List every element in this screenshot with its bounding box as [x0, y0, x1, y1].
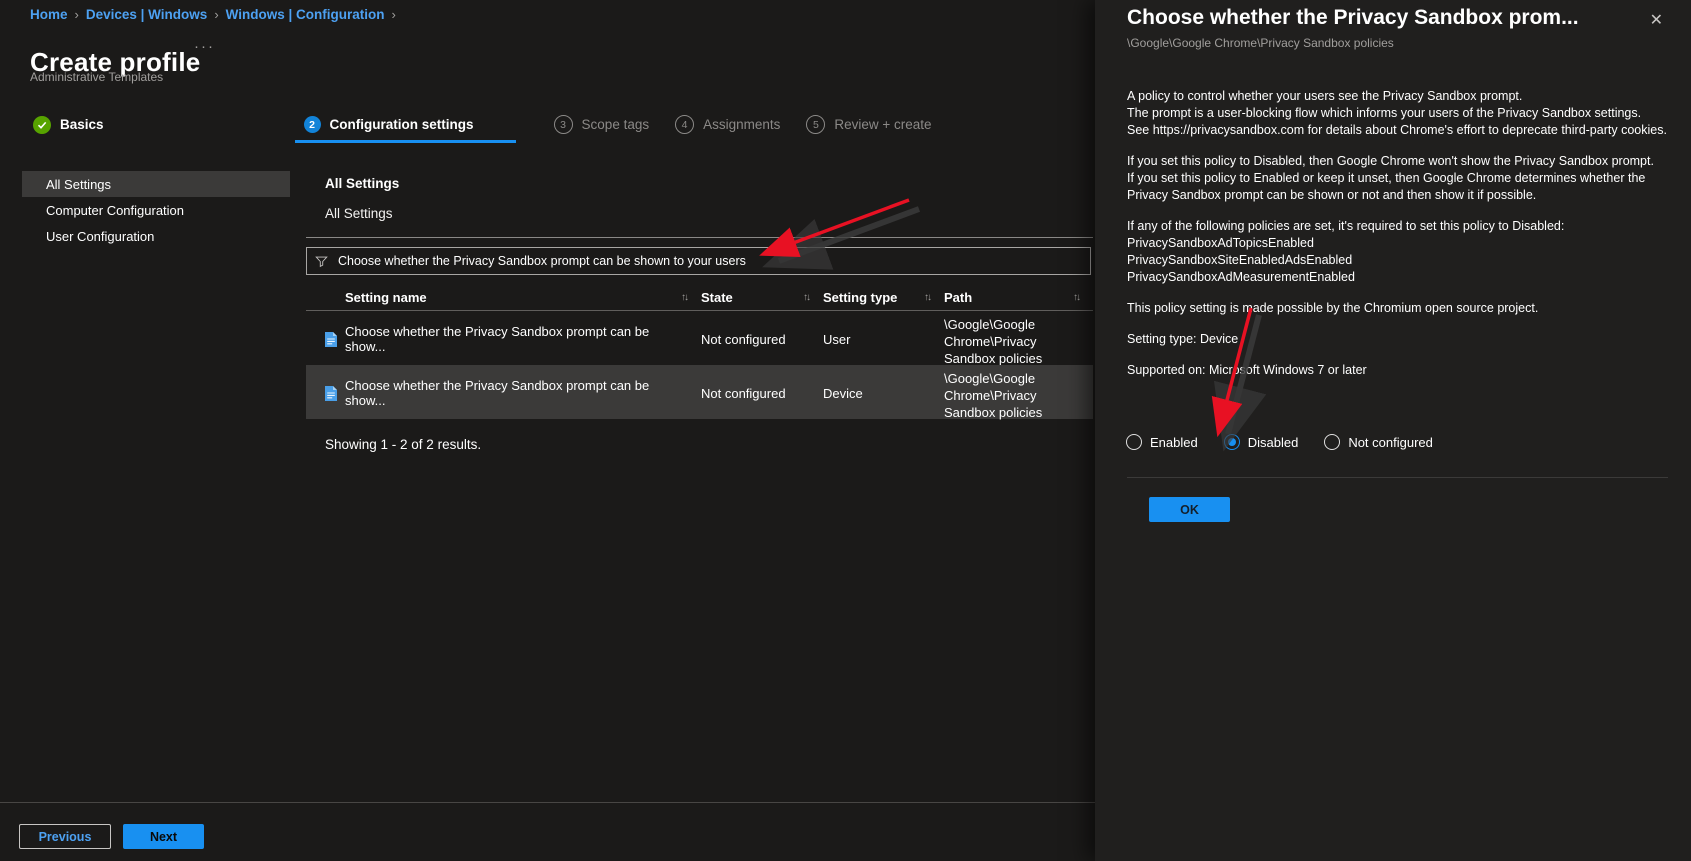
setting-type-text: Setting type: Device	[1127, 332, 1239, 346]
settings-filter-box	[306, 247, 1091, 275]
create-profile-page: Home › Devices | Windows › Windows | Con…	[0, 0, 1691, 861]
policy-description: A policy to control whether your users s…	[1127, 88, 1668, 393]
page-subtitle: Administrative Templates	[30, 70, 164, 84]
breadcrumb-chevron-icon: ›	[214, 7, 219, 22]
column-label: Path	[944, 290, 973, 305]
column-header-setting-type[interactable]: Setting type ↑↓	[823, 290, 944, 305]
breadcrumb-chevron-icon: ›	[74, 7, 79, 22]
policy-description-paragraph: This policy setting is made possible by …	[1127, 301, 1539, 315]
close-icon[interactable]: ✕	[1650, 10, 1663, 30]
table-row-user-setting[interactable]: Choose whether the Privacy Sandbox promp…	[306, 311, 1093, 366]
sort-arrows-icon: ↑↓	[803, 292, 811, 303]
sidebar-item-all-settings[interactable]: All Settings	[22, 171, 290, 197]
settings-breadcrumb-all-settings[interactable]: All Settings	[325, 206, 393, 221]
wizard-steps: Basics 2 Configuration settings 3 Scope …	[33, 115, 932, 134]
ok-button[interactable]: OK	[1149, 497, 1230, 522]
tab-label: Basics	[60, 117, 104, 132]
column-label: Setting type	[823, 290, 898, 305]
policy-description-paragraph: If any of the following policies are set…	[1127, 219, 1565, 284]
breadcrumb-link-home[interactable]: Home	[30, 7, 68, 22]
column-label: State	[701, 290, 733, 305]
policy-document-icon	[325, 385, 337, 401]
radio-circle-icon	[1126, 434, 1142, 450]
cell-setting-name: Choose whether the Privacy Sandbox promp…	[345, 324, 650, 354]
policy-document-icon	[325, 331, 337, 347]
step-number-badge: 2	[303, 116, 321, 133]
policy-state-radio-group: Enabled Disabled Not configured	[1126, 434, 1433, 450]
supported-on-text: Supported on: Microsoft Windows 7 or lat…	[1127, 363, 1367, 377]
cell-setting-name: Choose whether the Privacy Sandbox promp…	[345, 378, 650, 408]
tab-label: Scope tags	[581, 117, 650, 132]
tab-review-create[interactable]: 5 Review + create	[806, 115, 932, 134]
tab-label: Configuration settings	[329, 117, 474, 132]
radio-circle-icon	[1223, 434, 1240, 450]
column-header-state[interactable]: State ↑↓	[701, 290, 823, 305]
tab-basics[interactable]: Basics	[33, 115, 104, 134]
step-number-badge: 5	[806, 115, 826, 134]
radio-disabled[interactable]: Disabled	[1223, 434, 1299, 450]
step-number-badge: 4	[675, 115, 695, 134]
more-actions-ellipsis-icon[interactable]: ···	[194, 38, 215, 55]
previous-button[interactable]: Previous	[19, 824, 111, 849]
column-header-setting-name[interactable]: Setting name ↑↓	[345, 290, 701, 305]
cell-state: Not configured	[701, 385, 786, 401]
column-label: Setting name	[345, 290, 427, 305]
step-complete-check-icon	[33, 115, 51, 134]
radio-label: Enabled	[1150, 434, 1198, 450]
breadcrumb-link-devices-windows[interactable]: Devices | Windows	[86, 7, 207, 22]
cell-path: \Google\Google Chrome\Privacy Sandbox po…	[944, 317, 1043, 366]
pane-policy-path: \Google\Google Chrome\Privacy Sandbox po…	[1127, 36, 1394, 50]
settings-filter-input[interactable]	[336, 253, 1082, 269]
filter-funnel-icon	[315, 256, 328, 267]
tab-configuration-settings[interactable]: 2 Configuration settings	[303, 116, 474, 133]
table-row-device-setting[interactable]: Choose whether the Privacy Sandbox promp…	[306, 365, 1093, 420]
policy-description-paragraph: A policy to control whether your users s…	[1127, 89, 1667, 137]
radio-circle-icon	[1324, 434, 1341, 450]
radio-label: Not configured	[1348, 434, 1433, 450]
sidebar-item-computer-configuration[interactable]: Computer Configuration	[22, 197, 290, 223]
breadcrumb: Home › Devices | Windows › Windows | Con…	[30, 7, 396, 22]
tab-assignments[interactable]: 4 Assignments	[675, 115, 780, 134]
tab-label: Assignments	[703, 117, 781, 132]
next-button[interactable]: Next	[123, 824, 204, 849]
radio-enabled[interactable]: Enabled	[1126, 434, 1198, 450]
sidebar-item-user-configuration[interactable]: User Configuration	[22, 223, 290, 249]
pane-title: Choose whether the Privacy Sandbox prom.…	[1127, 6, 1579, 29]
sort-arrows-icon: ↑↓	[1073, 292, 1081, 303]
policy-description-paragraph: If you set this policy to Disabled, then…	[1127, 154, 1654, 202]
setting-detail-pane: Choose whether the Privacy Sandbox prom.…	[1095, 0, 1691, 861]
pane-divider	[1127, 477, 1668, 478]
step-number-badge: 3	[553, 115, 573, 134]
settings-table-header: Setting name ↑↓ State ↑↓ Setting type ↑↓…	[306, 285, 1093, 311]
section-title: All Settings	[325, 176, 400, 191]
cell-setting-type: User	[823, 331, 851, 347]
radio-label: Disabled	[1247, 434, 1299, 450]
sort-arrows-icon: ↑↓	[681, 292, 689, 303]
settings-sidenav: All Settings Computer Configuration User…	[22, 171, 290, 249]
results-count-text: Showing 1 - 2 of 2 results.	[325, 437, 482, 452]
tab-scope-tags[interactable]: 3 Scope tags	[553, 115, 650, 134]
column-header-path[interactable]: Path ↑↓	[944, 290, 1093, 305]
breadcrumb-link-windows-configuration[interactable]: Windows | Configuration	[226, 7, 385, 22]
tab-label: Review + create	[834, 117, 932, 132]
cell-path: \Google\Google Chrome\Privacy Sandbox po…	[944, 371, 1043, 420]
sort-arrows-icon: ↑↓	[924, 292, 932, 303]
cell-setting-type: Device	[823, 385, 863, 401]
footer-divider	[0, 802, 1110, 803]
content-divider	[306, 237, 1093, 238]
active-tab-underline	[295, 140, 516, 143]
breadcrumb-chevron-icon: ›	[391, 7, 396, 22]
radio-not-configured[interactable]: Not configured	[1324, 434, 1433, 450]
cell-state: Not configured	[701, 331, 786, 347]
